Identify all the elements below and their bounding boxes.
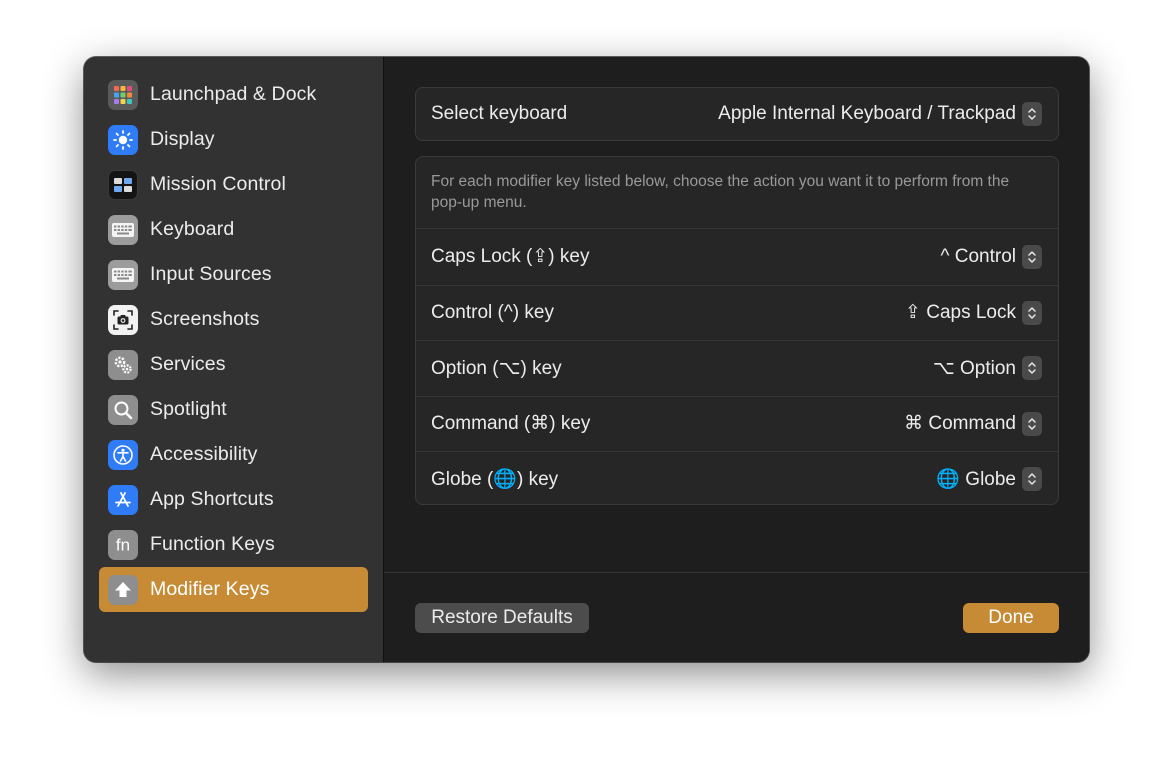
sidebar-item-spotlight[interactable]: Spotlight — [99, 387, 368, 432]
modifier-keys-card: For each modifier key listed below, choo… — [415, 156, 1059, 505]
keyboard-popup-value: Apple Internal Keyboard / Trackpad — [718, 103, 1016, 124]
sidebar-item-label: Input Sources — [150, 263, 272, 285]
control-popup[interactable]: ⇪ Caps Lock — [905, 300, 1042, 325]
modifier-row-label: Command (⌘) key — [431, 413, 591, 435]
settings-window: Launchpad & Dock Display Mission Control… — [84, 57, 1089, 662]
modifier-row-control: Control (^) key ⇪ Caps Lock — [416, 284, 1058, 341]
sidebar-item-function-keys[interactable]: fn Function Keys — [99, 522, 368, 567]
mission-control-icon — [108, 169, 138, 200]
sidebar-item-screenshots[interactable]: Screenshots — [99, 297, 368, 342]
sidebar-item-accessibility[interactable]: Accessibility — [99, 432, 368, 477]
spotlight-icon — [108, 394, 138, 425]
sidebar-item-app-shortcuts[interactable]: App Shortcuts — [99, 477, 368, 522]
modifier-row-caps-lock: Caps Lock (⇪) key ^ Control — [416, 229, 1058, 285]
popup-value: ⇪ Caps Lock — [905, 302, 1016, 324]
sidebar-item-keyboard[interactable]: Keyboard — [99, 207, 368, 252]
sidebar-item-display[interactable]: Display — [99, 117, 368, 162]
modifier-description: For each modifier key listed below, choo… — [416, 157, 1058, 229]
app-shortcuts-icon — [108, 484, 138, 515]
command-popup[interactable]: ⌘ Command — [904, 411, 1042, 436]
sidebar-item-label: Screenshots — [150, 308, 260, 330]
sidebar-item-label: Accessibility — [150, 443, 258, 465]
keyboard-select-card: Select keyboard Apple Internal Keyboard … — [415, 87, 1059, 141]
launchpad-icon — [108, 79, 138, 110]
sidebar-item-label: Spotlight — [150, 398, 227, 420]
popup-value: ^ Control — [940, 245, 1016, 267]
sidebar-item-services[interactable]: Services — [99, 342, 368, 387]
chevron-up-down-icon — [1022, 467, 1042, 492]
modifier-row-label: Caps Lock (⇪) key — [431, 246, 590, 268]
popup-value: 🌐 Globe — [936, 469, 1016, 491]
popup-value: ⌥ Option — [932, 357, 1016, 379]
modifier-row-option: Option (⌥) key ⌥ Option — [416, 340, 1058, 396]
modifier-keys-icon — [108, 574, 138, 605]
sidebar-item-label: Display — [150, 128, 215, 150]
option-popup[interactable]: ⌥ Option — [932, 356, 1042, 381]
modifier-row-label: Globe (🌐) key — [431, 469, 559, 491]
footer-divider — [384, 572, 1089, 573]
accessibility-icon — [108, 439, 138, 470]
sidebar-item-label: Keyboard — [150, 218, 235, 240]
sidebar-item-label: App Shortcuts — [150, 488, 274, 510]
sidebar-item-mission-control[interactable]: Mission Control — [99, 162, 368, 207]
screenshots-icon — [108, 304, 138, 335]
services-icon — [108, 349, 138, 380]
done-button[interactable]: Done — [963, 603, 1059, 633]
sidebar-item-label: Function Keys — [150, 533, 275, 555]
chevron-up-down-icon — [1022, 356, 1042, 381]
modifier-row-label: Control (^) key — [431, 301, 554, 323]
function-keys-icon: fn — [108, 529, 138, 560]
sidebar-item-modifier-keys[interactable]: Modifier Keys — [99, 567, 368, 612]
sidebar-item-label: Modifier Keys — [150, 578, 270, 600]
select-keyboard-label: Select keyboard — [431, 103, 568, 124]
sidebar-item-input-sources[interactable]: Input Sources — [99, 252, 368, 297]
display-icon — [108, 124, 138, 155]
keyboard-popup[interactable]: Apple Internal Keyboard / Trackpad — [718, 102, 1042, 126]
restore-defaults-button[interactable]: Restore Defaults — [415, 603, 589, 633]
chevron-up-down-icon — [1022, 102, 1042, 126]
sidebar-item-launchpad-dock[interactable]: Launchpad & Dock — [99, 72, 368, 117]
caps-lock-popup[interactable]: ^ Control — [940, 244, 1042, 269]
modifier-row-command: Command (⌘) key ⌘ Command — [416, 395, 1058, 452]
globe-popup[interactable]: 🌐 Globe — [936, 467, 1042, 492]
sidebar-item-label: Services — [150, 353, 226, 375]
modifier-row-globe: Globe (🌐) key 🌐 Globe — [416, 451, 1058, 507]
modifier-row-label: Option (⌥) key — [431, 357, 562, 379]
sidebar: Launchpad & Dock Display Mission Control… — [84, 57, 384, 662]
sidebar-item-label: Launchpad & Dock — [150, 83, 317, 105]
chevron-up-down-icon — [1022, 300, 1042, 325]
svg-text:fn: fn — [116, 535, 130, 554]
chevron-up-down-icon — [1022, 244, 1042, 269]
chevron-up-down-icon — [1022, 411, 1042, 436]
sidebar-item-label: Mission Control — [150, 173, 286, 195]
popup-value: ⌘ Command — [904, 413, 1016, 435]
main-pane: Select keyboard Apple Internal Keyboard … — [384, 57, 1089, 662]
input-sources-icon — [108, 259, 138, 290]
keyboard-icon — [108, 214, 138, 245]
